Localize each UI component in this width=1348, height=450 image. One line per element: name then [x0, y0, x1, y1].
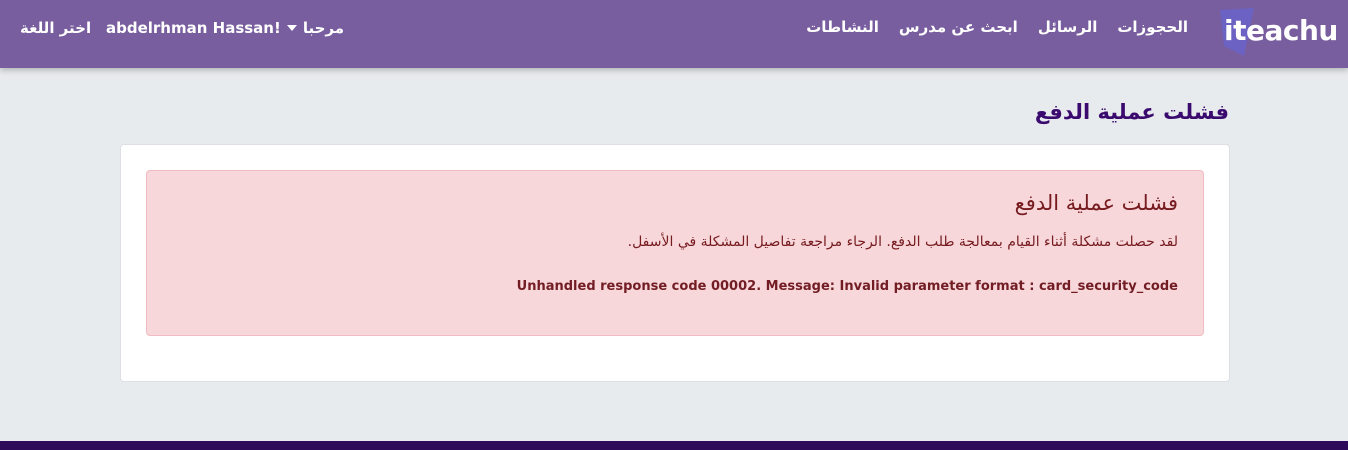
main-nav: النشاطات ابحث عن مدرس الرسائل الحجوزات: [806, 18, 1188, 36]
nav-bookings[interactable]: الحجوزات: [1117, 18, 1188, 36]
top-navbar: iteachu النشاطات ابحث عن مدرس الرسائل ال…: [0, 0, 1348, 68]
language-selector[interactable]: اختر اللغة: [20, 19, 91, 37]
logo-text[interactable]: iteachu: [1224, 14, 1338, 47]
alert-detail: Unhandled response code 00002. Message: …: [516, 279, 1178, 294]
alert-message: لقد حصلت مشكلة أثناء القيام بمعالجة طلب …: [627, 234, 1178, 250]
error-alert: فشلت عملية الدفع لقد حصلت مشكلة أثناء ال…: [146, 170, 1204, 336]
footer-bar: [0, 441, 1348, 450]
nav-activities[interactable]: النشاطات: [806, 18, 879, 36]
greeting: مرحبا: [302, 19, 345, 37]
content-card: فشلت عملية الدفع لقد حصلت مشكلة أثناء ال…: [120, 144, 1230, 382]
user-menu[interactable]: abdelrhman Hassan! مرحبا: [106, 19, 344, 37]
page-title: فشلت عملية الدفع: [1034, 100, 1229, 124]
nav-find-teacher[interactable]: ابحث عن مدرس: [899, 18, 1018, 36]
alert-heading: فشلت عملية الدفع: [1014, 191, 1178, 215]
chevron-down-icon: [286, 25, 297, 31]
user-name: abdelrhman Hassan!: [106, 19, 281, 37]
nav-messages[interactable]: الرسائل: [1038, 18, 1098, 36]
